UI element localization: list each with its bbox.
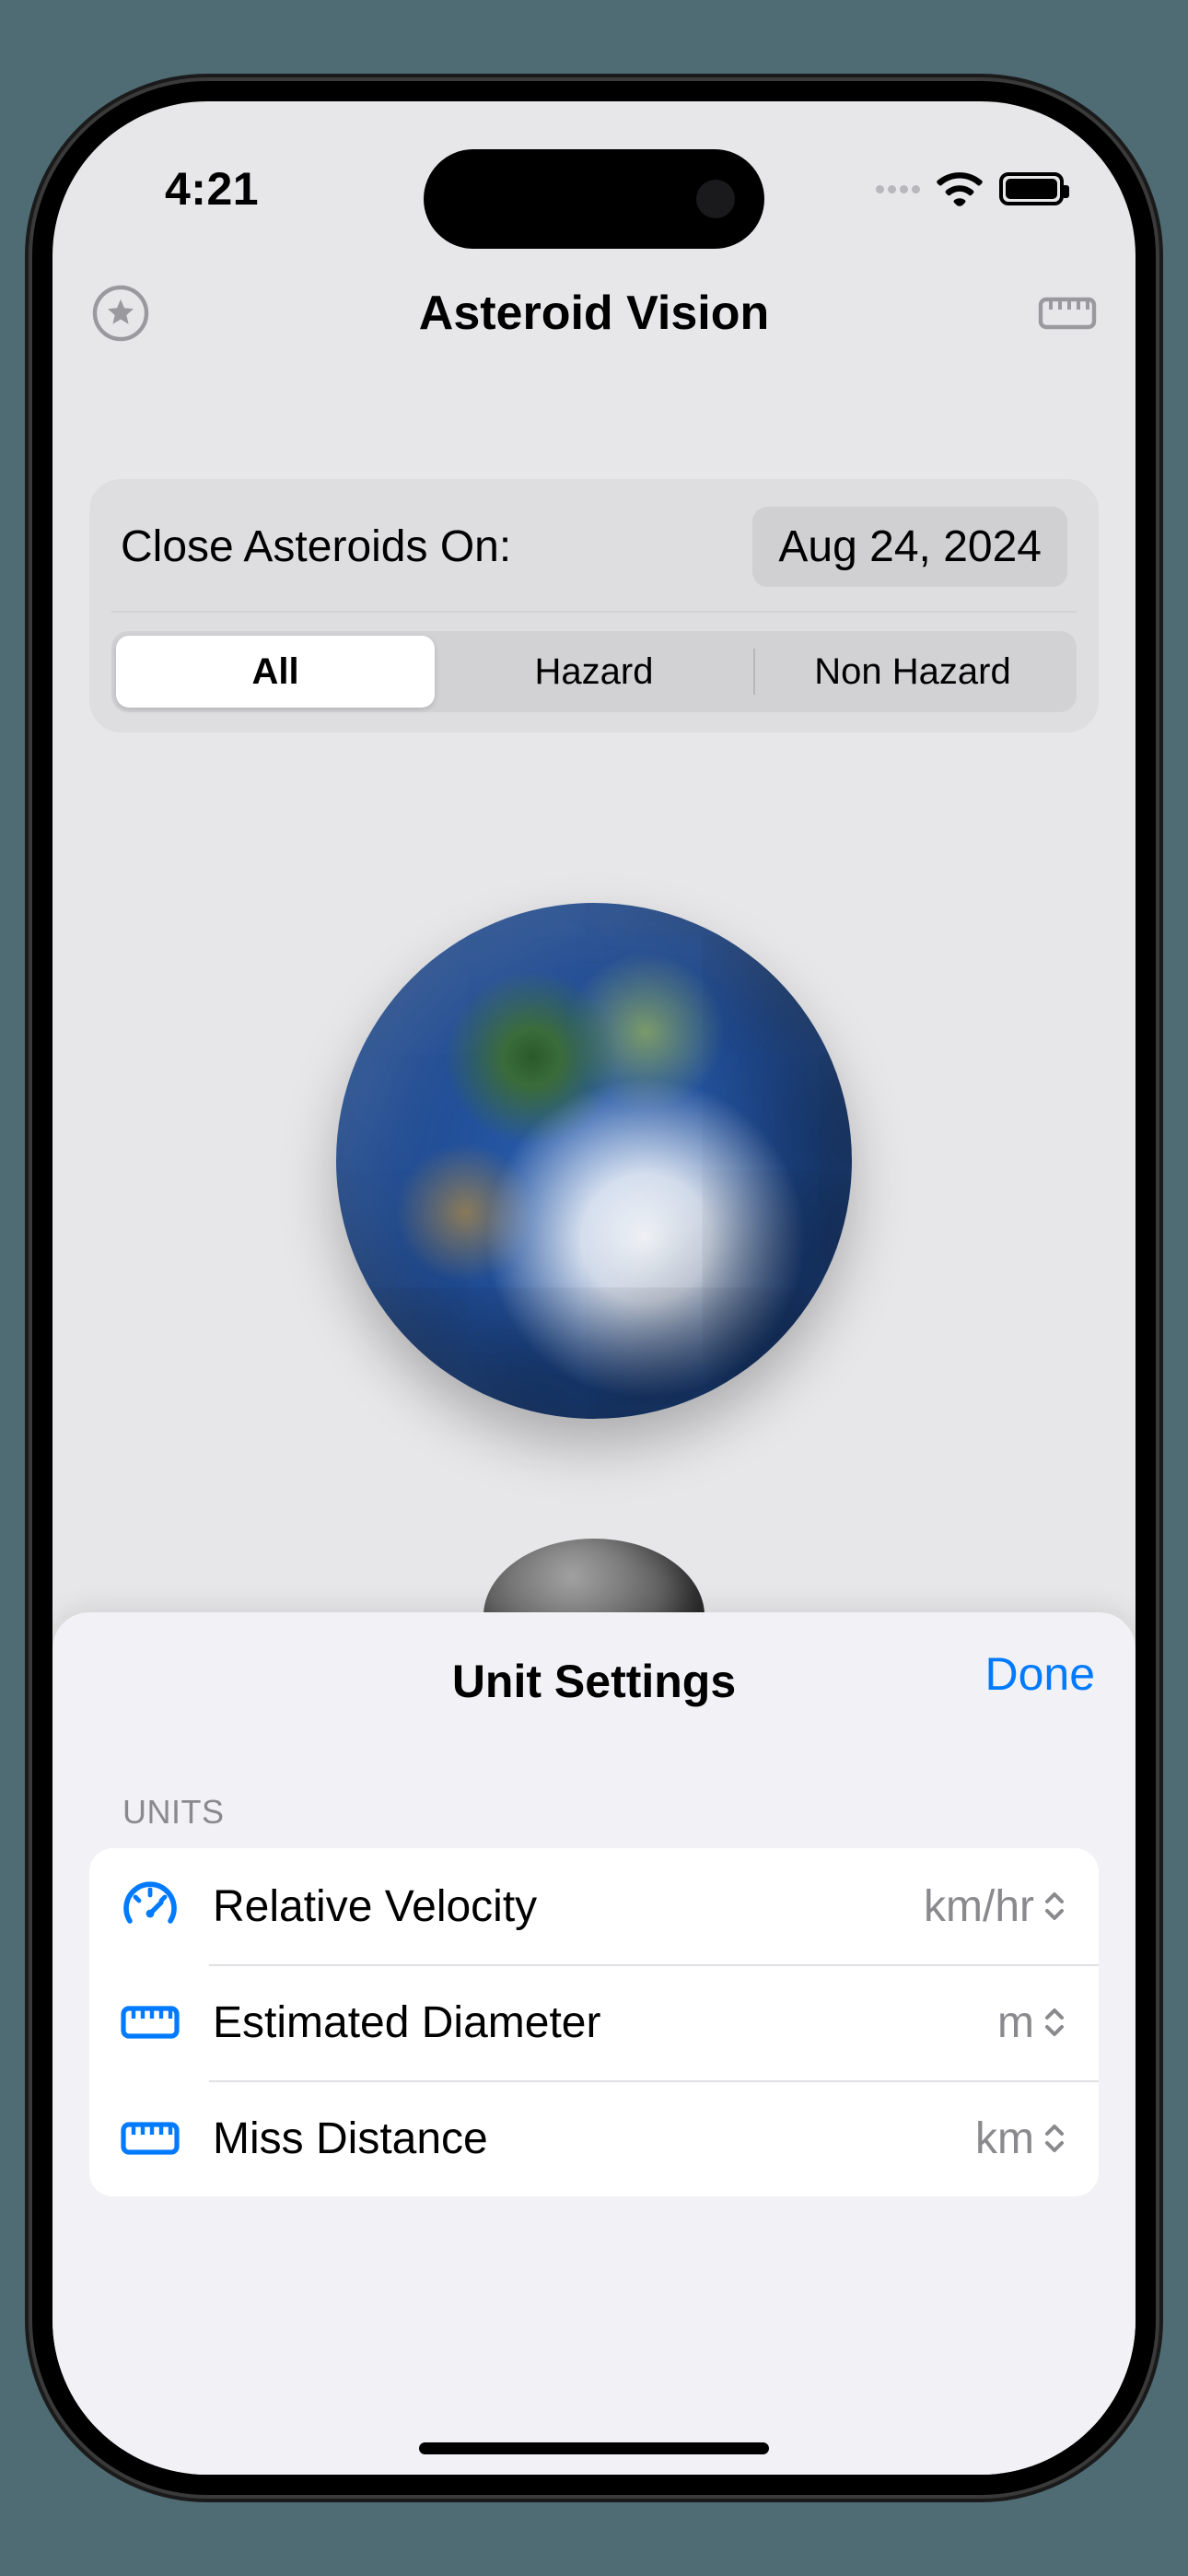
battery-icon <box>999 172 1064 205</box>
home-indicator[interactable] <box>419 2442 769 2454</box>
earth-visualization[interactable] <box>52 783 1136 1539</box>
wifi-icon <box>937 171 983 206</box>
row-value: km/hr <box>924 1881 1066 1932</box>
date-label: Close Asteroids On: <box>121 521 511 572</box>
units-list: Relative Velocity km/hr <box>89 1848 1099 2196</box>
dynamic-island <box>424 149 764 249</box>
date-picker[interactable]: Aug 24, 2024 <box>752 507 1067 587</box>
ruler-icon <box>1038 295 1097 332</box>
row-label: Miss Distance <box>213 2113 946 2164</box>
device-frame: 4:21 Asteroid Vision <box>32 81 1156 2495</box>
segment-non-hazard[interactable]: Non Hazard <box>753 636 1072 708</box>
row-label: Relative Velocity <box>213 1881 894 1932</box>
status-icons <box>876 171 1071 206</box>
row-relative-velocity[interactable]: Relative Velocity km/hr <box>89 1848 1099 1964</box>
done-button[interactable]: Done <box>984 1647 1095 1701</box>
filter-card: Close Asteroids On: Aug 24, 2024 All Haz… <box>89 479 1099 732</box>
gauge-icon <box>117 1880 183 1932</box>
unit-settings-sheet: Unit Settings Done UNITS Relative Veloci… <box>52 1612 1136 2475</box>
nav-bar: Asteroid Vision <box>52 258 1136 369</box>
up-down-chevron-icon <box>1043 1891 1066 1922</box>
ruler-icon <box>117 2120 183 2157</box>
row-value: km <box>975 2113 1066 2164</box>
section-header-units: UNITS <box>52 1723 1136 1848</box>
ruler-icon <box>117 2004 183 2041</box>
segment-hazard[interactable]: Hazard <box>435 636 753 708</box>
row-estimated-diameter[interactable]: Estimated Diameter m <box>89 1964 1099 2080</box>
up-down-chevron-icon <box>1043 2007 1066 2038</box>
row-label: Estimated Diameter <box>213 1997 968 2048</box>
star-circle-icon <box>91 284 150 343</box>
segment-all[interactable]: All <box>116 636 435 708</box>
row-value: m <box>997 1997 1066 2048</box>
sheet-header: Unit Settings Done <box>52 1612 1136 1723</box>
units-button[interactable] <box>1036 290 1099 336</box>
screen: 4:21 Asteroid Vision <box>52 101 1136 2475</box>
cellular-dots-icon <box>876 185 920 193</box>
row-miss-distance[interactable]: Miss Distance km <box>89 2080 1099 2196</box>
filter-segmented-control[interactable]: All Hazard Non Hazard <box>111 631 1077 712</box>
earth-globe <box>336 903 852 1419</box>
sheet-title: Unit Settings <box>452 1655 736 1708</box>
favorites-button[interactable] <box>89 282 152 345</box>
status-time: 4:21 <box>117 162 259 216</box>
date-row: Close Asteroids On: Aug 24, 2024 <box>111 503 1077 613</box>
page-title: Asteroid Vision <box>52 286 1136 341</box>
up-down-chevron-icon <box>1043 2123 1066 2154</box>
